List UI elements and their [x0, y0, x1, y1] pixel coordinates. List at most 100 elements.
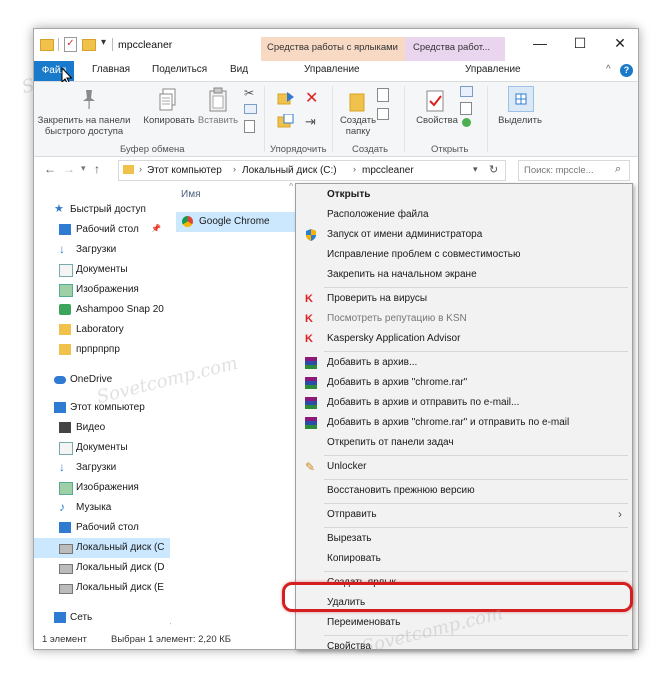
nav-ashampoo[interactable]: Ashampoo Snap 20 — [34, 300, 170, 320]
menu-item-add-rar-email[interactable]: Добавить в архив "chrome.rar" и отправит… — [296, 413, 632, 433]
nav-network[interactable]: Сеть — [34, 608, 170, 628]
menu-item-add-archive[interactable]: Добавить в архив... — [296, 353, 632, 373]
address-bar[interactable]: › Этот компьютер › Локальный диск (C:) ›… — [118, 160, 506, 181]
menu-item-kaspersky-advisor[interactable]: K Kaspersky Application Advisor — [296, 329, 632, 349]
menu-item-file-location[interactable]: Расположение файла — [296, 205, 632, 225]
tab-manage-shortcut[interactable]: Управление — [304, 64, 360, 75]
edit-icon[interactable] — [460, 102, 472, 115]
nav-disk-c[interactable]: Локальный диск (С — [34, 538, 170, 558]
context-menu: Открыть Расположение файла Запуск от име… — [295, 183, 633, 652]
nav-documents-pc[interactable]: Документы — [34, 438, 170, 458]
menu-separator — [324, 571, 628, 572]
refresh-icon[interactable]: ↻ — [489, 163, 498, 176]
back-arrow-icon[interactable]: ← — [44, 162, 56, 176]
paste-button[interactable]: Вставить — [197, 115, 239, 126]
nav-label: Ashampoo Snap 20 — [76, 304, 164, 315]
history-icon[interactable] — [462, 118, 471, 127]
tab-home[interactable]: Главная — [92, 64, 130, 75]
nav-pictures[interactable]: Изображения — [34, 280, 170, 300]
delete-icon[interactable]: ✕ — [305, 88, 318, 108]
menu-item-label: Закрепить на начальном экране — [327, 269, 477, 280]
kaspersky-icon: K — [305, 293, 313, 305]
nav-desktop[interactable]: Рабочий стол 📌 — [34, 220, 170, 240]
move-to-icon[interactable] — [277, 91, 295, 108]
menu-item-label: Расположение файла — [327, 209, 429, 220]
nav-label: Локальный диск (С — [76, 542, 165, 553]
nav-quick-access[interactable]: ★ Быстрый доступ — [34, 200, 170, 220]
breadcrumb-mpccleaner[interactable]: mpccleaner — [362, 165, 414, 176]
address-dropdown-icon[interactable]: ▾ — [473, 164, 478, 175]
tab-manage-drive[interactable]: Управление — [465, 64, 521, 75]
menu-separator — [324, 527, 628, 528]
forward-arrow-icon[interactable]: → — [63, 162, 75, 176]
group-organize-label: Упорядочить — [270, 144, 327, 155]
menu-item-copy[interactable]: Копировать — [296, 549, 632, 569]
download-arrow-icon: ↓ — [59, 242, 65, 256]
tab-share[interactable]: Поделиться — [152, 64, 207, 75]
new-folder-icon[interactable] — [82, 39, 96, 51]
properties-check-icon[interactable]: ✓ — [64, 37, 77, 52]
menu-item-send-to[interactable]: Отправить › — [296, 505, 632, 525]
menu-item-restore[interactable]: Восстановить прежнюю версию — [296, 481, 632, 501]
nav-label: Сеть — [70, 612, 93, 623]
search-placeholder: Поиск: mpccle... — [524, 165, 594, 176]
file-name: Google Chrome — [199, 216, 270, 227]
nav-music[interactable]: ♪ Музыка — [34, 498, 170, 518]
nav-disk-e[interactable]: Локальный диск (Е — [34, 578, 170, 598]
menu-item-properties[interactable]: Свойства — [296, 637, 632, 657]
menu-item-ksn[interactable]: K Посмотреть репутацию в KSN — [296, 309, 632, 329]
tab-view[interactable]: Вид — [230, 64, 248, 75]
menu-item-label: Восстановить прежнюю версию — [327, 485, 475, 496]
minimize-button[interactable]: — — [520, 35, 560, 51]
search-input[interactable]: Поиск: mpccle... ⌕ — [518, 160, 630, 181]
menu-item-add-email[interactable]: Добавить в архив и отправить по e-mail..… — [296, 393, 632, 413]
nav-disk-d[interactable]: Локальный диск (D — [34, 558, 170, 578]
nav-downloads-pc[interactable]: ↓ Загрузки — [34, 458, 170, 478]
menu-item-run-as-admin[interactable]: Запуск от имени администратора — [296, 225, 632, 245]
properties-icon — [426, 90, 446, 115]
nav-video[interactable]: Видео — [34, 418, 170, 438]
folder-icon — [40, 39, 54, 51]
menu-item-open[interactable]: Открыть — [296, 185, 632, 205]
menu-item-add-rar[interactable]: Добавить в архив "chrome.rar" — [296, 373, 632, 393]
cut-icon[interactable]: ✂ — [244, 86, 254, 100]
new-item-icon[interactable] — [377, 88, 389, 102]
maximize-button[interactable]: ☐ — [560, 35, 600, 52]
nav-documents[interactable]: Документы — [34, 260, 170, 280]
nav-downloads[interactable]: ↓ Загрузки — [34, 240, 170, 260]
help-icon[interactable]: ? — [620, 64, 633, 77]
ribbon-separator — [264, 86, 265, 152]
copy-path-icon[interactable] — [244, 104, 257, 114]
column-header-name[interactable]: Имя — [181, 189, 200, 200]
new-folder-button[interactable]: Создать папку — [330, 115, 386, 137]
collapse-ribbon-icon[interactable]: ^ — [606, 64, 611, 75]
nav-npnpnpnp[interactable]: прпрпрпр — [34, 340, 170, 360]
recent-chevron-icon[interactable]: ▾ — [81, 163, 86, 174]
pin-label-line2: быстрого доступа — [44, 126, 124, 137]
breadcrumb-disk-c[interactable]: Локальный диск (C:) — [242, 165, 337, 176]
copy-button[interactable]: Копировать — [141, 115, 197, 126]
nav-laboratory[interactable]: Laboratory — [34, 320, 170, 340]
properties-button[interactable]: Свойства — [412, 115, 462, 126]
pictures-icon — [59, 284, 73, 297]
menu-item-unlocker[interactable]: ✎ Unlocker — [296, 457, 632, 477]
up-arrow-icon[interactable]: ↑ — [94, 162, 100, 176]
nav-desktop-pc[interactable]: Рабочий стол — [34, 518, 170, 538]
file-row-selected[interactable]: Google Chrome — [176, 212, 296, 232]
nav-pictures-pc[interactable]: Изображения — [34, 478, 170, 498]
paste-shortcut-icon[interactable] — [244, 120, 255, 133]
copy-to-icon[interactable] — [277, 113, 295, 131]
breadcrumb-chevron-icon: › — [353, 164, 356, 174]
menu-item-fix-compat[interactable]: Исправление проблем с совместимостью — [296, 245, 632, 265]
menu-item-pin-start[interactable]: Закрепить на начальном экране — [296, 265, 632, 285]
breadcrumb-this-pc[interactable]: Этот компьютер — [147, 165, 222, 176]
rename-icon[interactable]: ⇥ — [305, 114, 316, 130]
select-button[interactable]: Выделить — [496, 115, 544, 126]
menu-item-unpin-taskbar[interactable]: Открепить от панели задач — [296, 433, 632, 453]
qat-dropdown-icon[interactable]: ▾ — [101, 37, 106, 48]
open-icon[interactable] — [460, 86, 473, 97]
pin-quick-access-button[interactable]: Закрепить на панели быстрого доступа — [36, 115, 132, 137]
menu-item-cut[interactable]: Вырезать — [296, 529, 632, 549]
close-button[interactable]: ✕ — [600, 35, 638, 52]
menu-item-check-virus[interactable]: K Проверить на вирусы — [296, 289, 632, 309]
